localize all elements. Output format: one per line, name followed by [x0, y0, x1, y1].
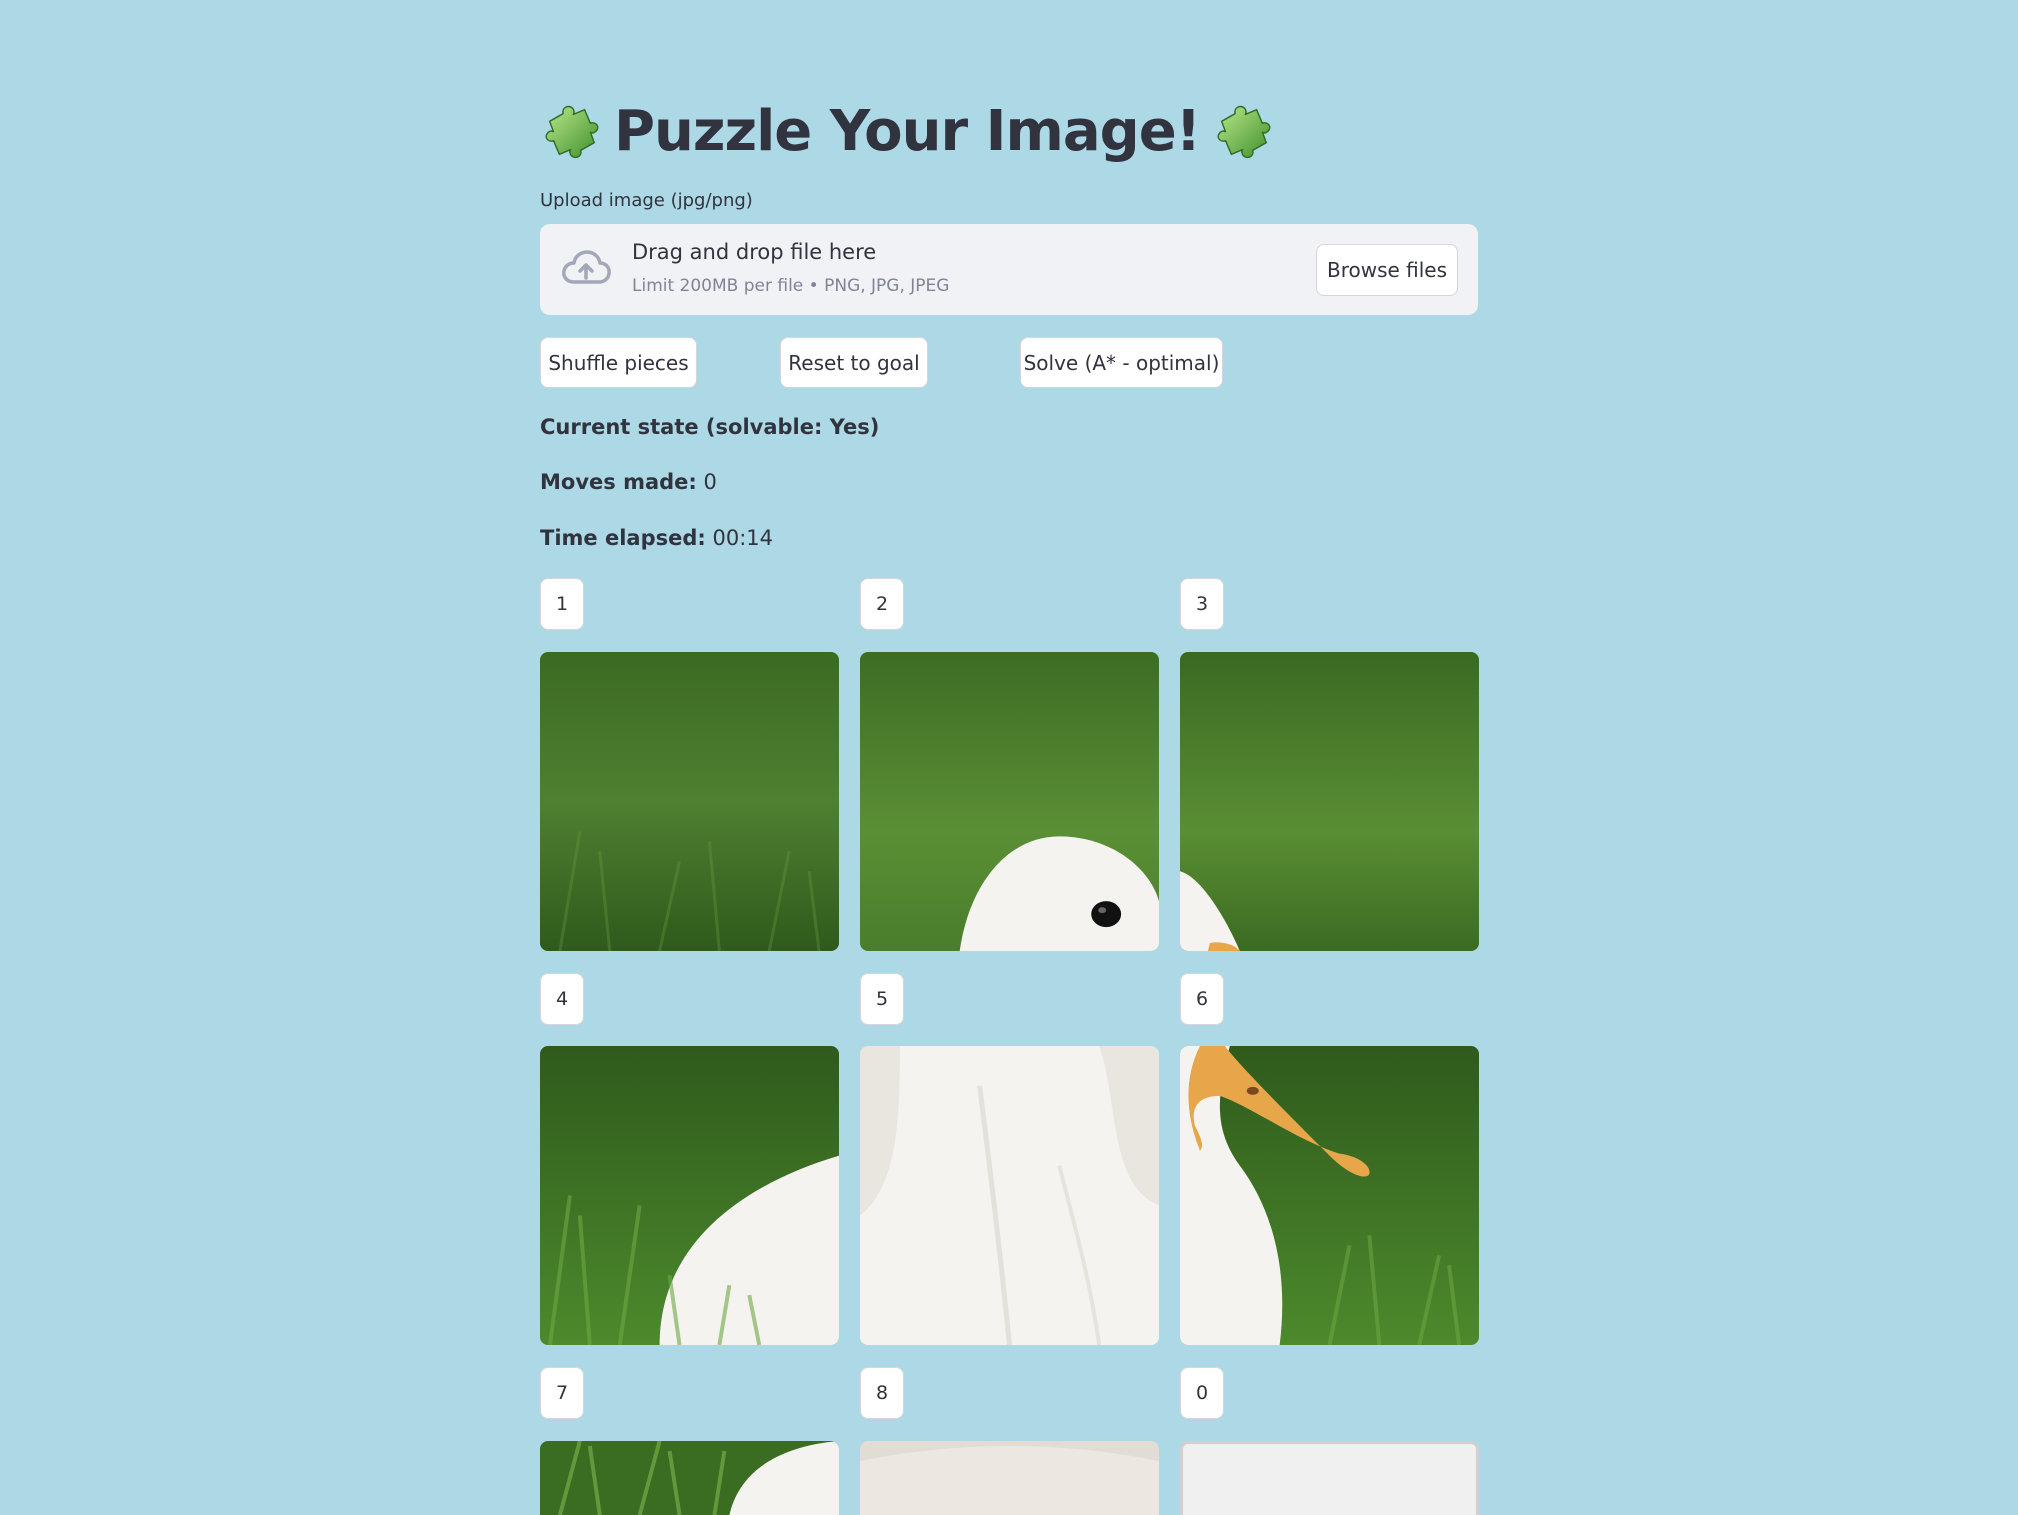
- puzzle-tile-3[interactable]: [1180, 652, 1479, 951]
- reset-button[interactable]: Reset to goal: [780, 337, 928, 388]
- upload-label: Upload image (jpg/png): [540, 190, 753, 211]
- puzzle-piece-icon: [545, 105, 599, 159]
- tile-button-5[interactable]: 5: [860, 973, 904, 1025]
- page: Puzzle Your Image! Upload image (jpg/png…: [0, 0, 2018, 1515]
- solve-button[interactable]: Solve (A* - optimal): [1020, 337, 1223, 388]
- puzzle-tile-6[interactable]: [1180, 1046, 1479, 1345]
- puzzle-tile-5[interactable]: [860, 1046, 1159, 1345]
- moves-made: Moves made: 0: [540, 470, 717, 494]
- tile-button-6[interactable]: 6: [1180, 973, 1224, 1025]
- puzzle-tile-1[interactable]: [540, 652, 839, 951]
- time-value: 00:14: [712, 526, 773, 550]
- tile-button-3[interactable]: 3: [1180, 578, 1224, 630]
- empty-tile-slot[interactable]: [1180, 1441, 1479, 1515]
- page-title: Puzzle Your Image!: [540, 92, 1274, 170]
- time-elapsed: Time elapsed: 00:14: [540, 526, 773, 550]
- current-state-text: Current state (solvable: Yes): [540, 415, 879, 439]
- tile-button-1[interactable]: 1: [540, 578, 584, 630]
- tile-button-2[interactable]: 2: [860, 578, 904, 630]
- browse-files-button[interactable]: Browse files: [1316, 244, 1458, 296]
- puzzle-tile-2[interactable]: [860, 652, 1159, 951]
- tile-button-8[interactable]: 8: [860, 1367, 904, 1419]
- puzzle-tile-8[interactable]: [860, 1441, 1159, 1515]
- tile-button-7[interactable]: 7: [540, 1367, 584, 1419]
- current-state-label: Current state (solvable: Yes): [540, 415, 880, 439]
- moves-label: Moves made:: [540, 470, 697, 494]
- title-text: Puzzle Your Image!: [614, 98, 1201, 164]
- puzzle-tile-4[interactable]: [540, 1046, 839, 1345]
- moves-value: 0: [703, 470, 717, 494]
- file-dropzone[interactable]: Drag and drop file here Limit 200MB per …: [540, 224, 1478, 315]
- tile-button-4[interactable]: 4: [540, 973, 584, 1025]
- puzzle-piece-icon: [1217, 105, 1271, 159]
- tile-button-0[interactable]: 0: [1180, 1367, 1224, 1419]
- dropzone-instructions: Drag and drop file here: [632, 240, 877, 264]
- time-label: Time elapsed:: [540, 526, 706, 550]
- shuffle-button[interactable]: Shuffle pieces: [540, 337, 697, 388]
- dropzone-limit: Limit 200MB per file • PNG, JPG, JPEG: [632, 276, 950, 296]
- cloud-upload-icon: [562, 250, 611, 284]
- puzzle-tile-7[interactable]: [540, 1441, 839, 1515]
